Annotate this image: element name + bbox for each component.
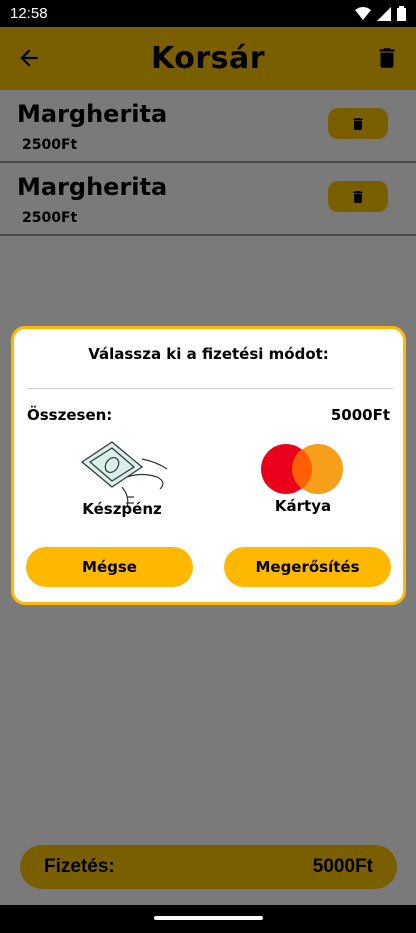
remove-item-button[interactable] <box>328 181 388 212</box>
back-arrow-icon[interactable] <box>16 45 42 71</box>
checkout-label: Fizetés: <box>44 856 115 877</box>
mastercard-icon[interactable] <box>258 439 348 499</box>
trash-icon <box>353 190 363 203</box>
cart-item: Margherita 2500Ft <box>0 163 416 236</box>
trash-icon <box>353 117 363 130</box>
battery-icon <box>397 6 406 21</box>
signal-icon <box>377 6 391 21</box>
cash-label[interactable]: Készpénz <box>72 500 172 518</box>
item-name: Margherita <box>17 173 168 201</box>
status-bar: 12:58 <box>0 0 416 27</box>
wifi-icon <box>355 6 371 20</box>
item-price: 2500Ft <box>22 210 78 226</box>
payment-method-dialog: Válassza ki a fizetési módot: Összesen: … <box>11 326 406 605</box>
status-icons <box>355 6 406 21</box>
item-name: Margherita <box>17 100 168 128</box>
system-nav-bar <box>0 905 416 933</box>
dialog-divider <box>27 388 393 389</box>
checkout-total: 5000Ft <box>312 856 373 877</box>
cart-item: Margherita 2500Ft <box>0 90 416 163</box>
app-bar: Korsár <box>0 27 416 90</box>
page-title: Korsár <box>150 41 266 76</box>
dialog-title: Válassza ki a fizetési módot: <box>88 345 329 363</box>
item-price: 2500Ft <box>22 137 78 153</box>
cart-list: Margherita 2500Ft Margherita 2500Ft <box>0 90 416 236</box>
remove-item-button[interactable] <box>328 108 388 139</box>
confirm-button[interactable]: Megerősítés <box>224 547 391 587</box>
total-value: 5000Ft <box>330 406 390 424</box>
checkout-button[interactable]: Fizetés: 5000Ft <box>20 845 397 889</box>
clear-cart-trash-icon[interactable] <box>374 43 400 73</box>
home-gesture-handle[interactable] <box>154 916 263 920</box>
cancel-button[interactable]: Mégse <box>26 547 193 587</box>
total-label: Összesen: <box>27 406 113 424</box>
card-label[interactable]: Kártya <box>248 497 358 515</box>
status-time: 12:58 <box>10 5 48 22</box>
